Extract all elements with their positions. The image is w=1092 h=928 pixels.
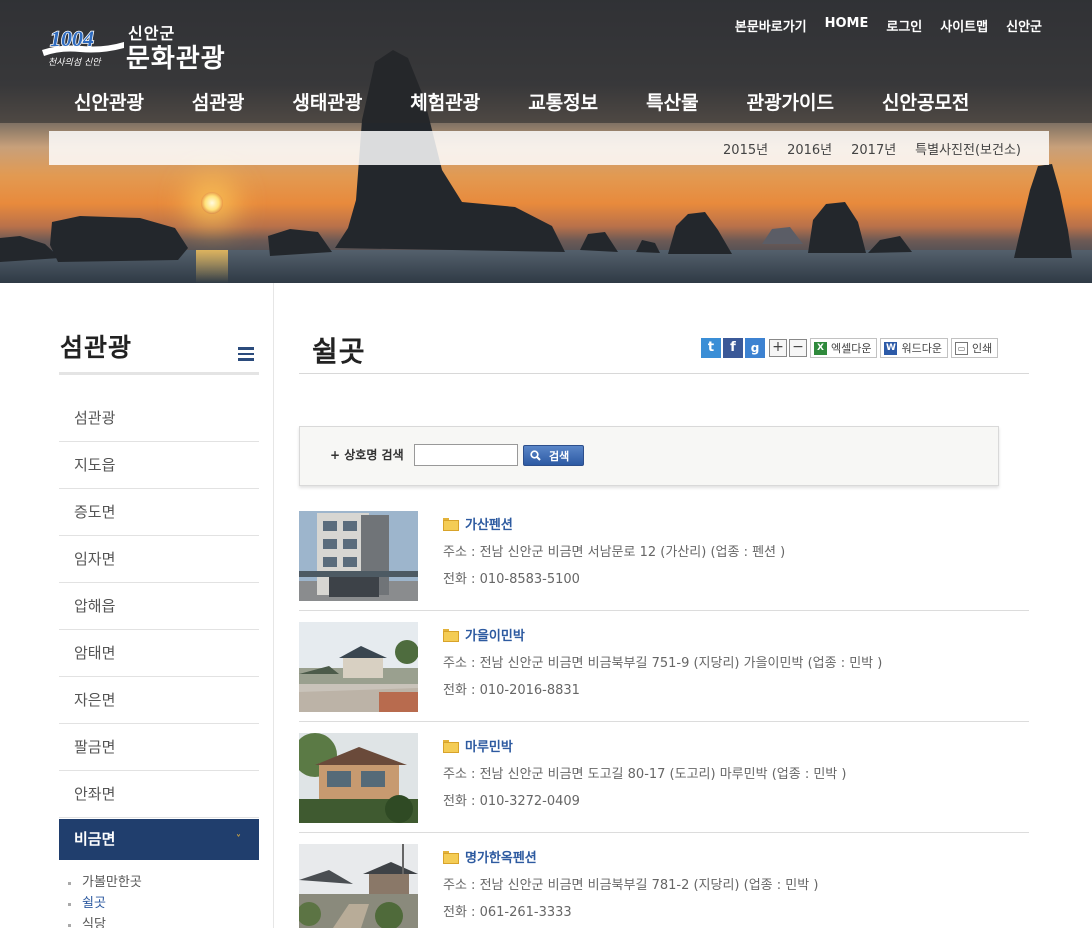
search-button[interactable]: 검색	[523, 445, 584, 466]
logo-site-name: 문화관광	[126, 44, 226, 74]
excel-download-label: 엑셀다운	[831, 342, 872, 355]
search-button-label: 검색	[549, 449, 570, 463]
search-label: + 상호명 검색	[330, 448, 404, 462]
search-panel: + 상호명 검색 검색	[299, 426, 999, 486]
sidebar-menu: 섬관광 지도읍 증도면 임자면 압해읍 암태면 자은면 팔금면 안좌면 비금면 …	[59, 395, 259, 860]
excel-download-button[interactable]: X 엑셀다운	[810, 338, 878, 358]
word-icon: W	[884, 341, 898, 355]
sidebar-submenu: 가볼만한곳 쉴곳 식당	[66, 872, 142, 928]
word-download-button[interactable]: W 워드다운	[880, 338, 948, 358]
utility-nav: 본문바로가기 HOME 로그인 사이트맵 신안군	[735, 16, 1042, 35]
sidebar-item-island-tour[interactable]: 섬관광	[59, 395, 259, 442]
submenu-item-restaurants[interactable]: 식당	[66, 914, 142, 928]
sidebar-item-label: 비금면	[74, 830, 116, 848]
sitemap-link[interactable]: 사이트맵	[940, 16, 988, 35]
main-nav: 신안관광 섬관광 생태관광 체험관광 교통정보 특산물 관광가이드 신안공모전	[74, 88, 1017, 115]
listing-name-link[interactable]: 가을이민박	[443, 625, 882, 644]
listing-name: 마루민박	[465, 740, 513, 755]
folder-icon	[443, 851, 459, 864]
sub-nav-bar: 2015년 2016년 2017년 특별사진전(보건소)	[49, 131, 1049, 165]
main-nav-item-transport[interactable]: 교통정보	[528, 88, 598, 115]
listing-address: 주소 : 전남 신안군 비금면 서남문로 12 (가산리) (업종 : 펜션 )	[443, 545, 786, 560]
business-name-search-input[interactable]	[414, 444, 518, 466]
lodging-list: 가산펜션 주소 : 전남 신안군 비금면 서남문로 12 (가산리) (업종 :…	[299, 500, 1029, 928]
login-link[interactable]: 로그인	[886, 16, 922, 35]
list-item: 마루민박 주소 : 전남 신안군 비금면 도고길 80-17 (도고리) 마루민…	[299, 722, 1029, 833]
main-nav-item-tour-guide[interactable]: 관광가이드	[747, 88, 834, 115]
twitter-share-icon[interactable]: t	[701, 338, 721, 358]
listing-name-link[interactable]: 마루민박	[443, 736, 846, 755]
listing-name: 가을이민박	[465, 629, 525, 644]
logo-emblem-icon: 1004 천사의섬 신안	[42, 25, 124, 68]
listing-thumbnail[interactable]	[299, 844, 418, 928]
listing-name: 가산펜션	[465, 518, 513, 533]
facebook-share-icon[interactable]: f	[723, 338, 743, 358]
list-item: 가산펜션 주소 : 전남 신안군 비금면 서남문로 12 (가산리) (업종 :…	[299, 500, 1029, 611]
sidebar-item-amtae[interactable]: 암태면	[59, 630, 259, 677]
site-logo[interactable]: 1004 천사의섬 신안 신안군 문화관광	[40, 16, 240, 74]
sidebar-item-anjwa[interactable]: 안좌면	[59, 771, 259, 818]
listing-address: 주소 : 전남 신안군 비금면 도고길 80-17 (도고리) 마루민박 (업종…	[443, 767, 847, 782]
folder-icon	[443, 518, 459, 531]
listing-phone: 전화 : 010-8583-5100	[443, 572, 580, 587]
main-nav-item-contest[interactable]: 신안공모전	[882, 88, 969, 115]
listing-thumbnail[interactable]	[299, 622, 418, 712]
sub-nav-item-2016[interactable]: 2016년	[787, 139, 832, 158]
sidebar-title: 섬관광	[60, 333, 133, 362]
hamburger-menu-icon[interactable]	[238, 347, 254, 361]
folder-icon	[443, 740, 459, 753]
home-link[interactable]: HOME	[825, 16, 869, 35]
header-banner: 1004 천사의섬 신안 신안군 문화관광 본문바로가기 HOME 로그인 사이…	[0, 0, 1092, 283]
logo-emblem-subtext: 천사의섬 신안	[48, 57, 102, 68]
zoom-out-button[interactable]: −	[789, 339, 807, 357]
print-button[interactable]: ▭ 인쇄	[950, 338, 999, 358]
main-nav-item-sinan-tour[interactable]: 신안관광	[74, 88, 144, 115]
listing-address: 주소 : 전남 신안군 비금면 비금북부길 781-2 (지당리) (업종 : …	[443, 878, 819, 893]
chevron-down-icon: ˅	[236, 834, 241, 845]
sidebar-item-aphae[interactable]: 압해읍	[59, 583, 259, 630]
page-tools: t f g + − X 엑셀다운 W 워드다운 ▭ 인쇄	[701, 338, 999, 358]
sub-nav-item-special-exhibition[interactable]: 특별사진전(보건소)	[915, 139, 1021, 158]
main-nav-item-specialties[interactable]: 특산물	[646, 88, 698, 115]
sidebar-item-imja[interactable]: 임자면	[59, 536, 259, 583]
listing-address: 주소 : 전남 신안군 비금면 비금북부길 751-9 (지당리) 가을이민박 …	[443, 656, 883, 671]
print-label: 인쇄	[971, 342, 993, 355]
submenu-item-lodging[interactable]: 쉴곳	[66, 893, 142, 914]
sidebar-item-palgeum[interactable]: 팔금면	[59, 724, 259, 771]
printer-icon: ▭	[954, 341, 968, 355]
main-nav-item-island-tour[interactable]: 섬관광	[192, 88, 244, 115]
google-share-icon[interactable]: g	[745, 338, 765, 358]
sub-nav-item-2015[interactable]: 2015년	[723, 139, 768, 158]
sidebar-item-jeungdo[interactable]: 증도면	[59, 489, 259, 536]
submenu-item-attractions[interactable]: 가볼만한곳	[66, 872, 142, 893]
excel-icon: X	[814, 341, 827, 355]
page-title: 쉴곳	[312, 335, 366, 368]
list-item: 가을이민박 주소 : 전남 신안군 비금면 비금북부길 751-9 (지당리) …	[299, 611, 1029, 722]
skip-to-content-link[interactable]: 본문바로가기	[735, 16, 807, 35]
list-item: 명가한옥펜션 주소 : 전남 신안군 비금면 비금북부길 781-2 (지당리)…	[299, 833, 1029, 928]
listing-phone: 전화 : 061-261-3333	[443, 905, 572, 920]
sidebar-item-jaeun[interactable]: 자은면	[59, 677, 259, 724]
sub-nav-item-2017[interactable]: 2017년	[851, 139, 896, 158]
main-nav-item-eco-tour[interactable]: 생태관광	[292, 88, 362, 115]
listing-thumbnail[interactable]	[299, 511, 418, 601]
logo-emblem-text: 1004	[50, 26, 94, 51]
search-icon	[530, 450, 541, 461]
sidebar-title-underline	[59, 372, 259, 375]
sidebar-item-jido[interactable]: 지도읍	[59, 442, 259, 489]
zoom-in-button[interactable]: +	[769, 339, 787, 357]
sidebar-item-bigeum-active[interactable]: 비금면 ˅	[59, 819, 259, 860]
listing-phone: 전화 : 010-3272-0409	[443, 794, 580, 809]
listing-name-link[interactable]: 가산펜션	[443, 514, 785, 533]
folder-icon	[443, 629, 459, 642]
word-download-label: 워드다운	[901, 342, 942, 355]
listing-phone: 전화 : 010-2016-8831	[443, 683, 580, 698]
sidebar-divider	[273, 283, 274, 928]
sinan-county-link[interactable]: 신안군	[1006, 16, 1042, 35]
title-divider	[299, 373, 1029, 374]
listing-name: 명가한옥펜션	[465, 851, 537, 866]
main-nav-item-experience-tour[interactable]: 체험관광	[410, 88, 480, 115]
listing-thumbnail[interactable]	[299, 733, 418, 823]
listing-name-link[interactable]: 명가한옥펜션	[443, 847, 818, 866]
